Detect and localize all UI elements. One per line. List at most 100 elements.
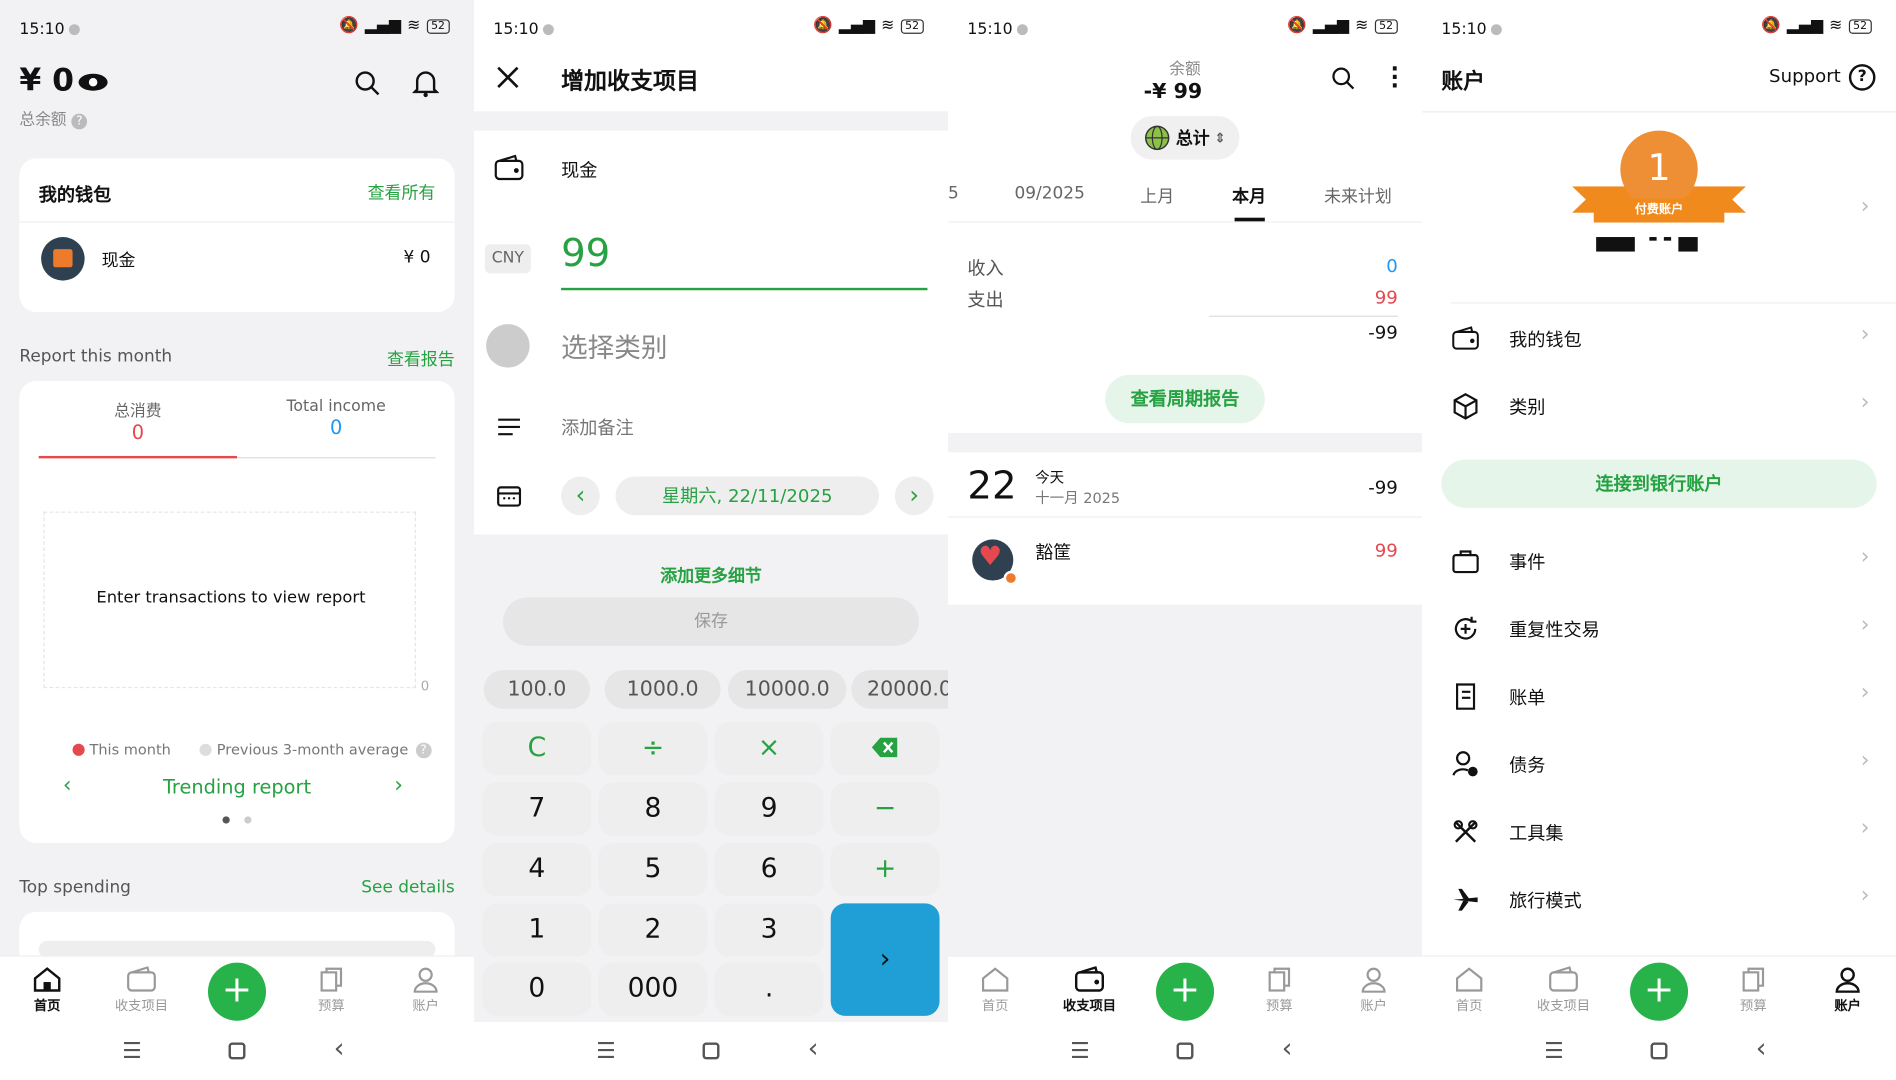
nav-transactions[interactable]: 收支项目 <box>105 966 178 1014</box>
add-transaction-button[interactable]: + <box>1630 962 1689 1021</box>
date-picker[interactable]: 星期六, 22/11/2025 <box>615 476 880 516</box>
view-all-link[interactable]: 查看所有 <box>368 180 436 204</box>
menu-item-tools[interactable]: 工具集 › <box>1422 798 1896 866</box>
tab-last-month[interactable]: 上月 <box>1140 184 1174 208</box>
menu-item-travel-mode[interactable]: 旅行模式 › <box>1422 866 1896 934</box>
connect-bank-button[interactable]: 连接到银行账户 <box>1441 459 1877 508</box>
nav-budget[interactable]: 预算 <box>1717 966 1790 1014</box>
legend-help-icon[interactable]: ? <box>415 741 432 758</box>
wallet-row-cash[interactable]: 现金 ¥ 0 <box>19 231 454 304</box>
key-decimal[interactable]: . <box>714 962 824 1016</box>
menu-item-bills[interactable]: 账单 › <box>1422 663 1896 731</box>
key-2[interactable]: 2 <box>598 903 708 957</box>
add-transaction-button[interactable]: + <box>1155 962 1215 1021</box>
quick-amount-chip[interactable]: 10000.0 <box>727 670 847 709</box>
wallet-select[interactable]: 现金 <box>561 157 597 182</box>
home-square-icon[interactable] <box>702 1042 720 1060</box>
profile-card[interactable]: 1 付费账户 › <box>1422 121 1896 298</box>
key-9[interactable]: 9 <box>714 782 824 836</box>
key-clear[interactable]: C <box>482 722 592 776</box>
menu-icon[interactable]: ☰ <box>122 1039 142 1064</box>
key-4[interactable]: 4 <box>482 842 592 897</box>
key-0[interactable]: 0 <box>482 962 592 1016</box>
tab-this-month[interactable]: 本月 <box>1232 184 1266 208</box>
key-divide[interactable]: ÷ <box>598 722 708 776</box>
nav-transactions[interactable]: 收支项目 <box>1053 966 1126 1014</box>
trending-next-chevron-icon[interactable]: › <box>394 773 403 798</box>
search-icon[interactable] <box>353 69 382 98</box>
key-next[interactable]: › <box>830 903 940 1016</box>
back-icon[interactable]: ‹ <box>1756 1034 1767 1064</box>
date-prev-chevron-icon[interactable]: ‹ <box>561 476 600 516</box>
nav-account[interactable]: 账户 <box>1337 966 1410 1014</box>
home-square-icon[interactable] <box>228 1042 246 1060</box>
help-icon[interactable]: ? <box>71 113 88 130</box>
tab-month-sep[interactable]: 09/2025 <box>1015 184 1085 203</box>
nav-budget[interactable]: 预算 <box>295 966 368 1014</box>
key-1[interactable]: 1 <box>482 903 592 957</box>
key-6[interactable]: 6 <box>714 842 824 897</box>
menu-item-my-wallet[interactable]: 我的钱包 › <box>1422 305 1896 373</box>
menu-icon[interactable]: ☰ <box>1544 1039 1564 1064</box>
nav-transactions[interactable]: 收支项目 <box>1527 966 1600 1014</box>
home-square-icon[interactable] <box>1176 1042 1194 1060</box>
key-3[interactable]: 3 <box>714 903 824 957</box>
menu-item-events[interactable]: 事件 › <box>1422 527 1896 595</box>
menu-icon[interactable]: ☰ <box>596 1039 616 1064</box>
home-square-icon[interactable] <box>1650 1042 1668 1060</box>
currency-badge[interactable]: CNY <box>484 244 531 274</box>
nav-home[interactable]: 首页 <box>959 966 1032 1014</box>
tab-total-income[interactable]: Total income 0 <box>237 398 436 459</box>
tab-total-spend[interactable]: 总消费 0 <box>38 398 238 459</box>
wallet-filter-dropdown[interactable]: 总计 ⇕ <box>1130 116 1240 160</box>
key-5[interactable]: 5 <box>598 842 708 897</box>
key-backspace[interactable] <box>830 722 940 776</box>
nav-account[interactable]: 账户 <box>389 966 462 1014</box>
key-7[interactable]: 7 <box>482 782 592 836</box>
tab-future[interactable]: 未来计划 <box>1324 184 1392 208</box>
trending-report-link[interactable]: Trending report <box>19 775 454 798</box>
category-select[interactable]: 选择类别 <box>561 327 667 366</box>
status-bar: 15:10 🔕 ▂▄▆ ≋ 52 <box>0 0 474 58</box>
key-minus[interactable]: − <box>830 782 940 836</box>
notification-dot-icon <box>1016 24 1028 36</box>
note-input[interactable]: 添加备注 <box>561 415 634 440</box>
period-report-button[interactable]: 查看周期报告 <box>1105 374 1265 424</box>
search-icon[interactable] <box>1330 65 1357 92</box>
menu-icon[interactable]: ☰ <box>1070 1039 1090 1064</box>
amount-input[interactable]: 99 <box>561 230 928 291</box>
bell-icon[interactable] <box>412 69 439 98</box>
key-000[interactable]: 000 <box>598 962 708 1016</box>
add-more-details-link[interactable]: 添加更多细节 <box>474 564 948 588</box>
back-icon[interactable]: ‹ <box>808 1034 819 1064</box>
menu-item-categories[interactable]: 类别 › <box>1422 372 1896 440</box>
add-transaction-button[interactable]: + <box>207 962 267 1021</box>
key-8[interactable]: 8 <box>598 782 708 836</box>
quick-amount-chip[interactable]: 100.0 <box>483 670 591 709</box>
back-icon[interactable]: ‹ <box>334 1034 345 1064</box>
nav-home[interactable]: 首页 <box>11 966 84 1014</box>
view-report-link[interactable]: 查看报告 <box>387 347 455 371</box>
menu-item-debts[interactable]: 债务 › <box>1422 730 1896 798</box>
transaction-row[interactable]: ♥ 豁筐 99 <box>948 520 1422 593</box>
date-next-chevron-icon[interactable]: › <box>894 476 934 516</box>
tab-partial[interactable]: 5 <box>948 184 959 203</box>
key-multiply[interactable]: × <box>714 722 824 776</box>
key-plus[interactable]: + <box>830 842 940 897</box>
back-icon[interactable]: ‹ <box>1282 1034 1293 1064</box>
help-icon[interactable]: ? <box>1848 64 1876 91</box>
nav-home[interactable]: 首页 <box>1433 966 1506 1014</box>
see-details-link[interactable]: See details <box>361 878 454 897</box>
nav-account[interactable]: 账户 <box>1811 966 1884 1014</box>
nav-budget[interactable]: 预算 <box>1243 966 1316 1014</box>
quick-amount-chip[interactable]: 20000.0 <box>851 670 949 709</box>
day-month-year: 十一月 2025 <box>1035 489 1121 507</box>
close-icon[interactable] <box>496 65 520 89</box>
quick-amount-chip[interactable]: 1000.0 <box>604 670 721 709</box>
eye-icon[interactable] <box>77 73 108 92</box>
more-options-icon[interactable]: · · · <box>1391 59 1399 98</box>
save-button[interactable]: 保存 <box>503 597 919 646</box>
menu-item-recurring[interactable]: 重复性交易 › <box>1422 595 1896 663</box>
support-link[interactable]: Support <box>1769 65 1841 87</box>
top-spending-title: Top spending <box>19 878 131 898</box>
